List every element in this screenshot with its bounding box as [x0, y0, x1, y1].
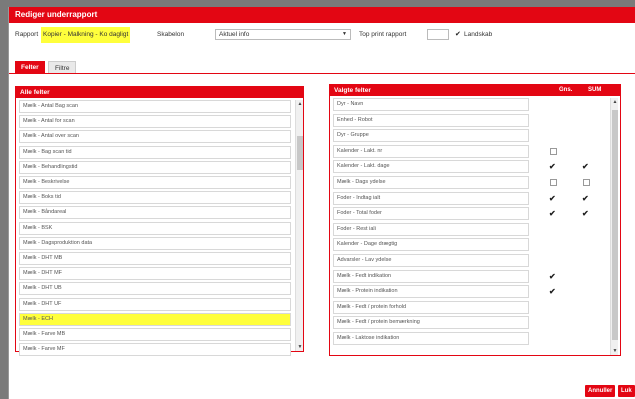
all-fields-header: Alle felter: [16, 87, 303, 98]
selected-fields-item[interactable]: Mælk - Protein indikation: [333, 285, 529, 299]
cancel-button[interactable]: Annuller: [585, 385, 616, 397]
selected-fields-item[interactable]: Mælk - Dags ydelse: [333, 176, 529, 189]
template-label: Skabelon: [157, 31, 185, 38]
all-fields-item[interactable]: Mælk - DHT UB: [19, 282, 291, 296]
report-label: Rapport: [15, 31, 39, 38]
sum-checkbox-checked[interactable]: ✔: [582, 209, 591, 218]
sum-checkbox-checked[interactable]: ✔: [582, 194, 591, 203]
selected-fields-item[interactable]: Foder - Indtag ialt: [333, 191, 529, 205]
top-print-label: Top print rapport: [359, 31, 407, 38]
selected-fields-item[interactable]: Dyr - Gruppe: [333, 129, 529, 143]
all-fields-item[interactable]: Mælk - Farve MF: [19, 343, 291, 357]
template-select[interactable]: Aktuel info ▼: [215, 29, 351, 40]
selected-fields-item[interactable]: Foder - Rest iali: [333, 222, 529, 236]
scroll-down-icon[interactable]: ▼: [611, 347, 619, 355]
selected-fields-scrollbar[interactable]: ▲ ▼: [610, 98, 618, 355]
all-fields-item[interactable]: Mælk - Båndareal: [19, 206, 291, 220]
chevron-down-icon: ▼: [342, 31, 347, 37]
close-button[interactable]: Luk: [618, 385, 635, 397]
selected-fields-item[interactable]: Dyr - Navn: [333, 98, 529, 111]
gns-checkbox-checked[interactable]: ✔: [549, 209, 558, 218]
gns-checkbox-checked[interactable]: ✔: [549, 162, 558, 171]
template-select-value: Aktuel info: [219, 31, 250, 38]
selected-fields-item[interactable]: Foder - Total foder: [333, 207, 529, 221]
scroll-thumb[interactable]: [297, 136, 303, 170]
landscape-label: Landskab: [464, 31, 493, 38]
all-fields-item[interactable]: Mælk - DHT MB: [19, 252, 291, 265]
report-select[interactable]: Kopier - Malkning - Ko dagligt: [41, 27, 131, 43]
all-fields-item[interactable]: Mælk - Farve MB: [19, 328, 291, 341]
selected-fields-item[interactable]: Kalender - Lakt. dage: [333, 160, 529, 174]
all-fields-item[interactable]: Mælk - ECH: [19, 312, 291, 326]
selected-fields-item[interactable]: Mælk - Fedt / protein forhold: [333, 300, 529, 314]
report-settings-row: Rapport Kopier - Malkning - Ko dagligt S…: [9, 27, 635, 43]
scroll-thumb[interactable]: [612, 110, 618, 340]
tab-divider: [9, 73, 635, 74]
all-fields-item[interactable]: Mælk - Beskrivelse: [19, 176, 291, 189]
gns-checkbox-checked[interactable]: ✔: [549, 194, 558, 203]
gns-checkbox-checked[interactable]: ✔: [549, 272, 558, 281]
selected-fields-item[interactable]: Enhed - Robot: [333, 113, 529, 127]
all-fields-panel: Alle felter Mælk - Antal Bag scan Mælk - …: [15, 86, 304, 357]
scroll-up-icon[interactable]: ▲: [611, 98, 619, 106]
all-fields-item[interactable]: Mælk - Bag scan tid: [19, 145, 291, 159]
dialog-title: Rediger underrapport: [9, 7, 635, 23]
selected-fields-header: Valgte felter Gns. SUM: [330, 85, 620, 96]
col-sum-header: SUM: [588, 87, 602, 93]
selected-fields-item[interactable]: Kalender - Dage drægtig: [333, 238, 529, 252]
gns-checkbox[interactable]: [550, 179, 557, 186]
all-fields-item[interactable]: Mælk - Antal over scan: [19, 130, 291, 144]
selected-fields-title: Valgte felter: [334, 87, 371, 94]
sum-checkbox[interactable]: [583, 179, 590, 186]
all-fields-item[interactable]: Mælk - DHT UF: [19, 297, 291, 311]
edit-subreport-dialog: Rediger underrapport Rapport Kopier - Ma…: [8, 7, 635, 399]
scroll-up-icon[interactable]: ▲: [296, 100, 304, 108]
all-fields-item[interactable]: Mælk - Behandlingstid: [19, 160, 291, 174]
all-fields-item[interactable]: Mælk - Dagsproduktion data: [19, 236, 291, 250]
gns-checkbox-checked[interactable]: ✔: [549, 287, 558, 296]
all-fields-item[interactable]: Mælk - Boks tid: [19, 191, 291, 205]
all-fields-scrollbar[interactable]: ▲ ▼: [295, 100, 303, 351]
selected-fields-panel: Valgte felter Gns. SUM Dyr - Navn Enhed -…: [329, 84, 621, 356]
scroll-down-icon[interactable]: ▼: [296, 343, 304, 351]
top-print-input[interactable]: [427, 29, 449, 40]
selected-fields-item[interactable]: Mælk - Fedt / protein bemærkning: [333, 316, 529, 330]
all-fields-item[interactable]: Mælk - Antal Bag scan: [19, 100, 291, 113]
col-gns-header: Gns.: [559, 87, 573, 93]
all-fields-item[interactable]: Mælk - DHT MF: [19, 267, 291, 281]
all-fields-item[interactable]: Mælk - BSK: [19, 221, 291, 235]
landscape-checkbox[interactable]: ✔: [455, 27, 461, 43]
selected-fields-item[interactable]: Advarsler - Lav ydelse: [333, 254, 529, 267]
sum-checkbox-checked[interactable]: ✔: [582, 162, 591, 171]
selected-fields-item[interactable]: Mælk - Fedt indikation: [333, 269, 529, 283]
all-fields-item[interactable]: Mælk - Antal for scan: [19, 115, 291, 129]
gns-checkbox[interactable]: [550, 147, 557, 155]
selected-fields-item[interactable]: Kalender - Lakt. nr: [333, 144, 529, 158]
selected-fields-item[interactable]: Mælk - Laktose indikation: [333, 332, 529, 345]
